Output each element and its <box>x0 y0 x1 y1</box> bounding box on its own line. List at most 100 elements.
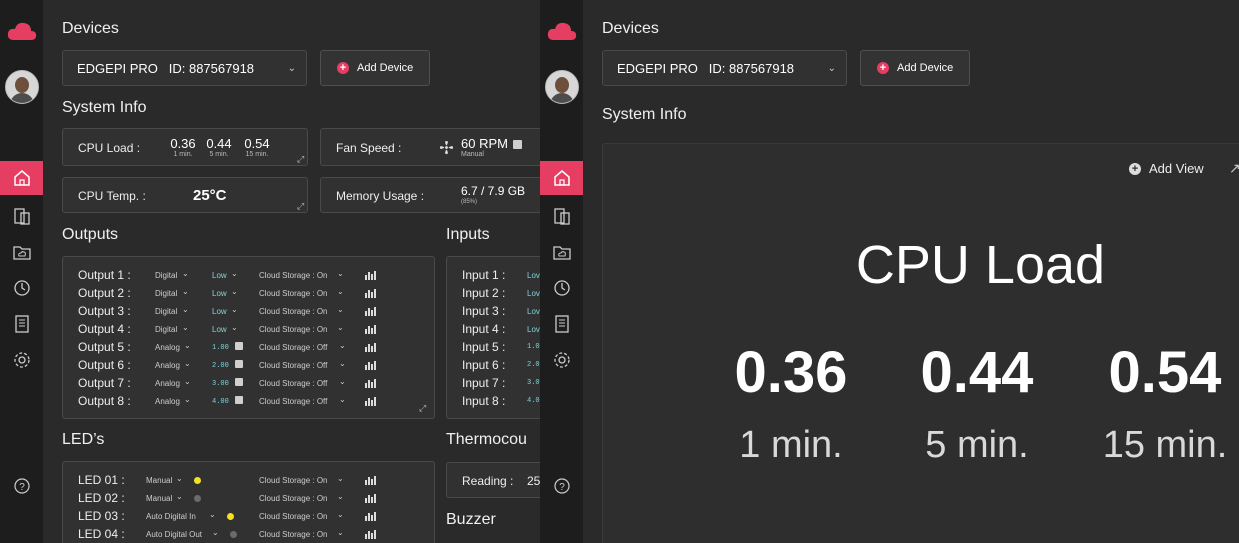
input-name: Input 2 : <box>462 286 506 300</box>
chevron-down-icon: ⌄ <box>339 395 346 404</box>
avatar[interactable] <box>5 70 39 104</box>
device-select[interactable]: EDGEPI PRO ID: 887567918 ⌄ <box>602 50 847 86</box>
memory-usage-card[interactable]: Memory Usage : 6.7 / 7.9 GB (85%) <box>320 177 540 213</box>
nav-history-icon[interactable] <box>0 271 43 305</box>
output-name: Output 7 : <box>78 376 131 390</box>
chart-icon[interactable] <box>365 307 376 316</box>
output-value-select[interactable]: Low <box>212 325 227 334</box>
chart-icon[interactable] <box>365 530 376 539</box>
expand-icon[interactable]: ⤢ <box>297 201 304 212</box>
cpu-load-card[interactable]: CPU Load : 0.36 0.44 0.54 1 min. 5 min. … <box>62 128 308 166</box>
add-device-button[interactable]: + Add Device <box>860 50 970 86</box>
output-row: Output 5 : Analog ⌄ 1.00 Cloud Storage : Off… <box>63 339 434 355</box>
cloud-storage-select[interactable]: Cloud Storage : Off <box>259 343 327 352</box>
output-value-select[interactable]: Low <box>212 271 227 280</box>
add-view-button[interactable]: + Add View <box>1129 161 1204 176</box>
output-value: 2.00 <box>212 362 229 370</box>
edit-icon[interactable] <box>235 360 243 368</box>
cloud-storage-select[interactable]: Cloud Storage : On <box>259 530 327 539</box>
chart-icon[interactable] <box>365 512 376 521</box>
nav-folder-cloud-icon[interactable] <box>540 235 583 269</box>
collapse-icon[interactable]: ↗ <box>1229 160 1239 177</box>
cloud-storage-select[interactable]: Cloud Storage : On <box>259 271 327 280</box>
chart-icon[interactable] <box>365 325 376 334</box>
chart-icon[interactable] <box>365 379 376 388</box>
expand-icon[interactable]: ⤢ <box>419 403 426 414</box>
output-value-select[interactable]: Low <box>212 307 227 316</box>
output-name: Output 8 : <box>78 394 131 408</box>
output-type-select[interactable]: Digital <box>155 325 177 334</box>
cloud-storage-select[interactable]: Cloud Storage : On <box>259 476 327 485</box>
output-type-select[interactable]: Analog <box>155 397 180 406</box>
edit-icon[interactable] <box>235 342 243 350</box>
led-mode-select[interactable]: Manual <box>146 494 172 503</box>
nav-home-icon[interactable] <box>0 161 43 195</box>
output-type-select[interactable]: Digital <box>155 307 177 316</box>
chart-icon[interactable] <box>365 289 376 298</box>
nav-settings-icon[interactable] <box>540 343 583 377</box>
device-select-value: EDGEPI PRO ID: 887567918 <box>617 60 795 76</box>
chevron-down-icon: ⌄ <box>337 474 344 483</box>
chart-icon[interactable] <box>365 271 376 280</box>
cloud-storage-select[interactable]: Cloud Storage : On <box>259 307 327 316</box>
edit-icon[interactable] <box>235 396 243 404</box>
cloud-storage-select[interactable]: Cloud Storage : Off <box>259 361 327 370</box>
fan-speed-card[interactable]: Fan Speed : 60 RPM Manual <box>320 128 540 166</box>
cpu-load-period: 15 min. <box>245 151 269 158</box>
device-select[interactable]: EDGEPI PRO ID: 887567918 ⌄ <box>62 50 307 86</box>
nav-list-icon[interactable] <box>0 307 43 341</box>
chevron-down-icon: ⌄ <box>176 474 183 483</box>
led-mode-select[interactable]: Auto Digital Out <box>146 530 202 539</box>
led-mode-select[interactable]: Manual <box>146 476 172 485</box>
nav-devices-icon[interactable] <box>540 199 583 233</box>
led-status-dot <box>194 477 201 484</box>
input-name: Input 3 : <box>462 304 506 318</box>
cloud-storage-select[interactable]: Cloud Storage : On <box>259 289 327 298</box>
main-content: Devices EDGEPI PRO ID: 887567918 ⌄ + Add… <box>62 0 540 543</box>
nav-home-icon[interactable] <box>540 161 583 195</box>
nav-settings-icon[interactable] <box>0 343 43 377</box>
nav-devices-icon[interactable] <box>0 199 43 233</box>
cloud-storage-select[interactable]: Cloud Storage : On <box>259 512 327 521</box>
output-name: Output 5 : <box>78 340 131 354</box>
edit-icon[interactable] <box>513 140 522 149</box>
cpu-temp-label: CPU Temp. : <box>78 189 146 203</box>
nav-list-icon[interactable] <box>540 307 583 341</box>
cloud-storage-select[interactable]: Cloud Storage : Off <box>259 397 327 406</box>
chart-icon[interactable] <box>365 476 376 485</box>
sidebar: ? <box>0 0 43 543</box>
chart-icon[interactable] <box>365 397 376 406</box>
reading-value: 25 <box>527 474 540 488</box>
output-type-select[interactable]: Analog <box>155 361 180 370</box>
cloud-storage-select[interactable]: Cloud Storage : Off <box>259 379 327 388</box>
output-value-select[interactable]: Low <box>212 289 227 298</box>
nav-help-icon[interactable]: ? <box>0 469 43 503</box>
output-row: Output 4 : Digital ⌄ Low ⌄ Cloud Storage : On… <box>63 321 434 337</box>
avatar[interactable] <box>545 70 579 104</box>
nav-help-icon[interactable]: ? <box>540 469 583 503</box>
output-name: Output 3 : <box>78 304 131 318</box>
edit-icon[interactable] <box>235 378 243 386</box>
chart-icon[interactable] <box>365 361 376 370</box>
output-type-select[interactable]: Analog <box>155 343 180 352</box>
inputs-title: Inputs <box>446 226 490 243</box>
output-type-select[interactable]: Digital <box>155 271 177 280</box>
cloud-storage-select[interactable]: Cloud Storage : On <box>259 325 327 334</box>
chevron-down-icon: ⌄ <box>339 341 346 350</box>
add-device-button[interactable]: + Add Device <box>320 50 430 86</box>
expand-icon[interactable]: ⤢ <box>297 154 304 165</box>
chart-icon[interactable] <box>365 343 376 352</box>
led-mode-select[interactable]: Auto Digital In <box>146 512 196 521</box>
chevron-down-icon: ⌄ <box>209 510 216 519</box>
output-type-select[interactable]: Digital <box>155 289 177 298</box>
nav-folder-cloud-icon[interactable] <box>0 235 43 269</box>
cloud-storage-select[interactable]: Cloud Storage : On <box>259 494 327 503</box>
memory-usage-label: Memory Usage : <box>336 189 425 203</box>
cpu-temp-card[interactable]: CPU Temp. : 25°C ⤢ <box>62 177 308 213</box>
sidebar: ? <box>540 0 583 543</box>
chart-icon[interactable] <box>365 494 376 503</box>
output-type-select[interactable]: Analog <box>155 379 180 388</box>
output-name: Output 4 : <box>78 322 131 336</box>
nav-history-icon[interactable] <box>540 271 583 305</box>
fan-speed-value: 60 RPM <box>461 136 508 151</box>
